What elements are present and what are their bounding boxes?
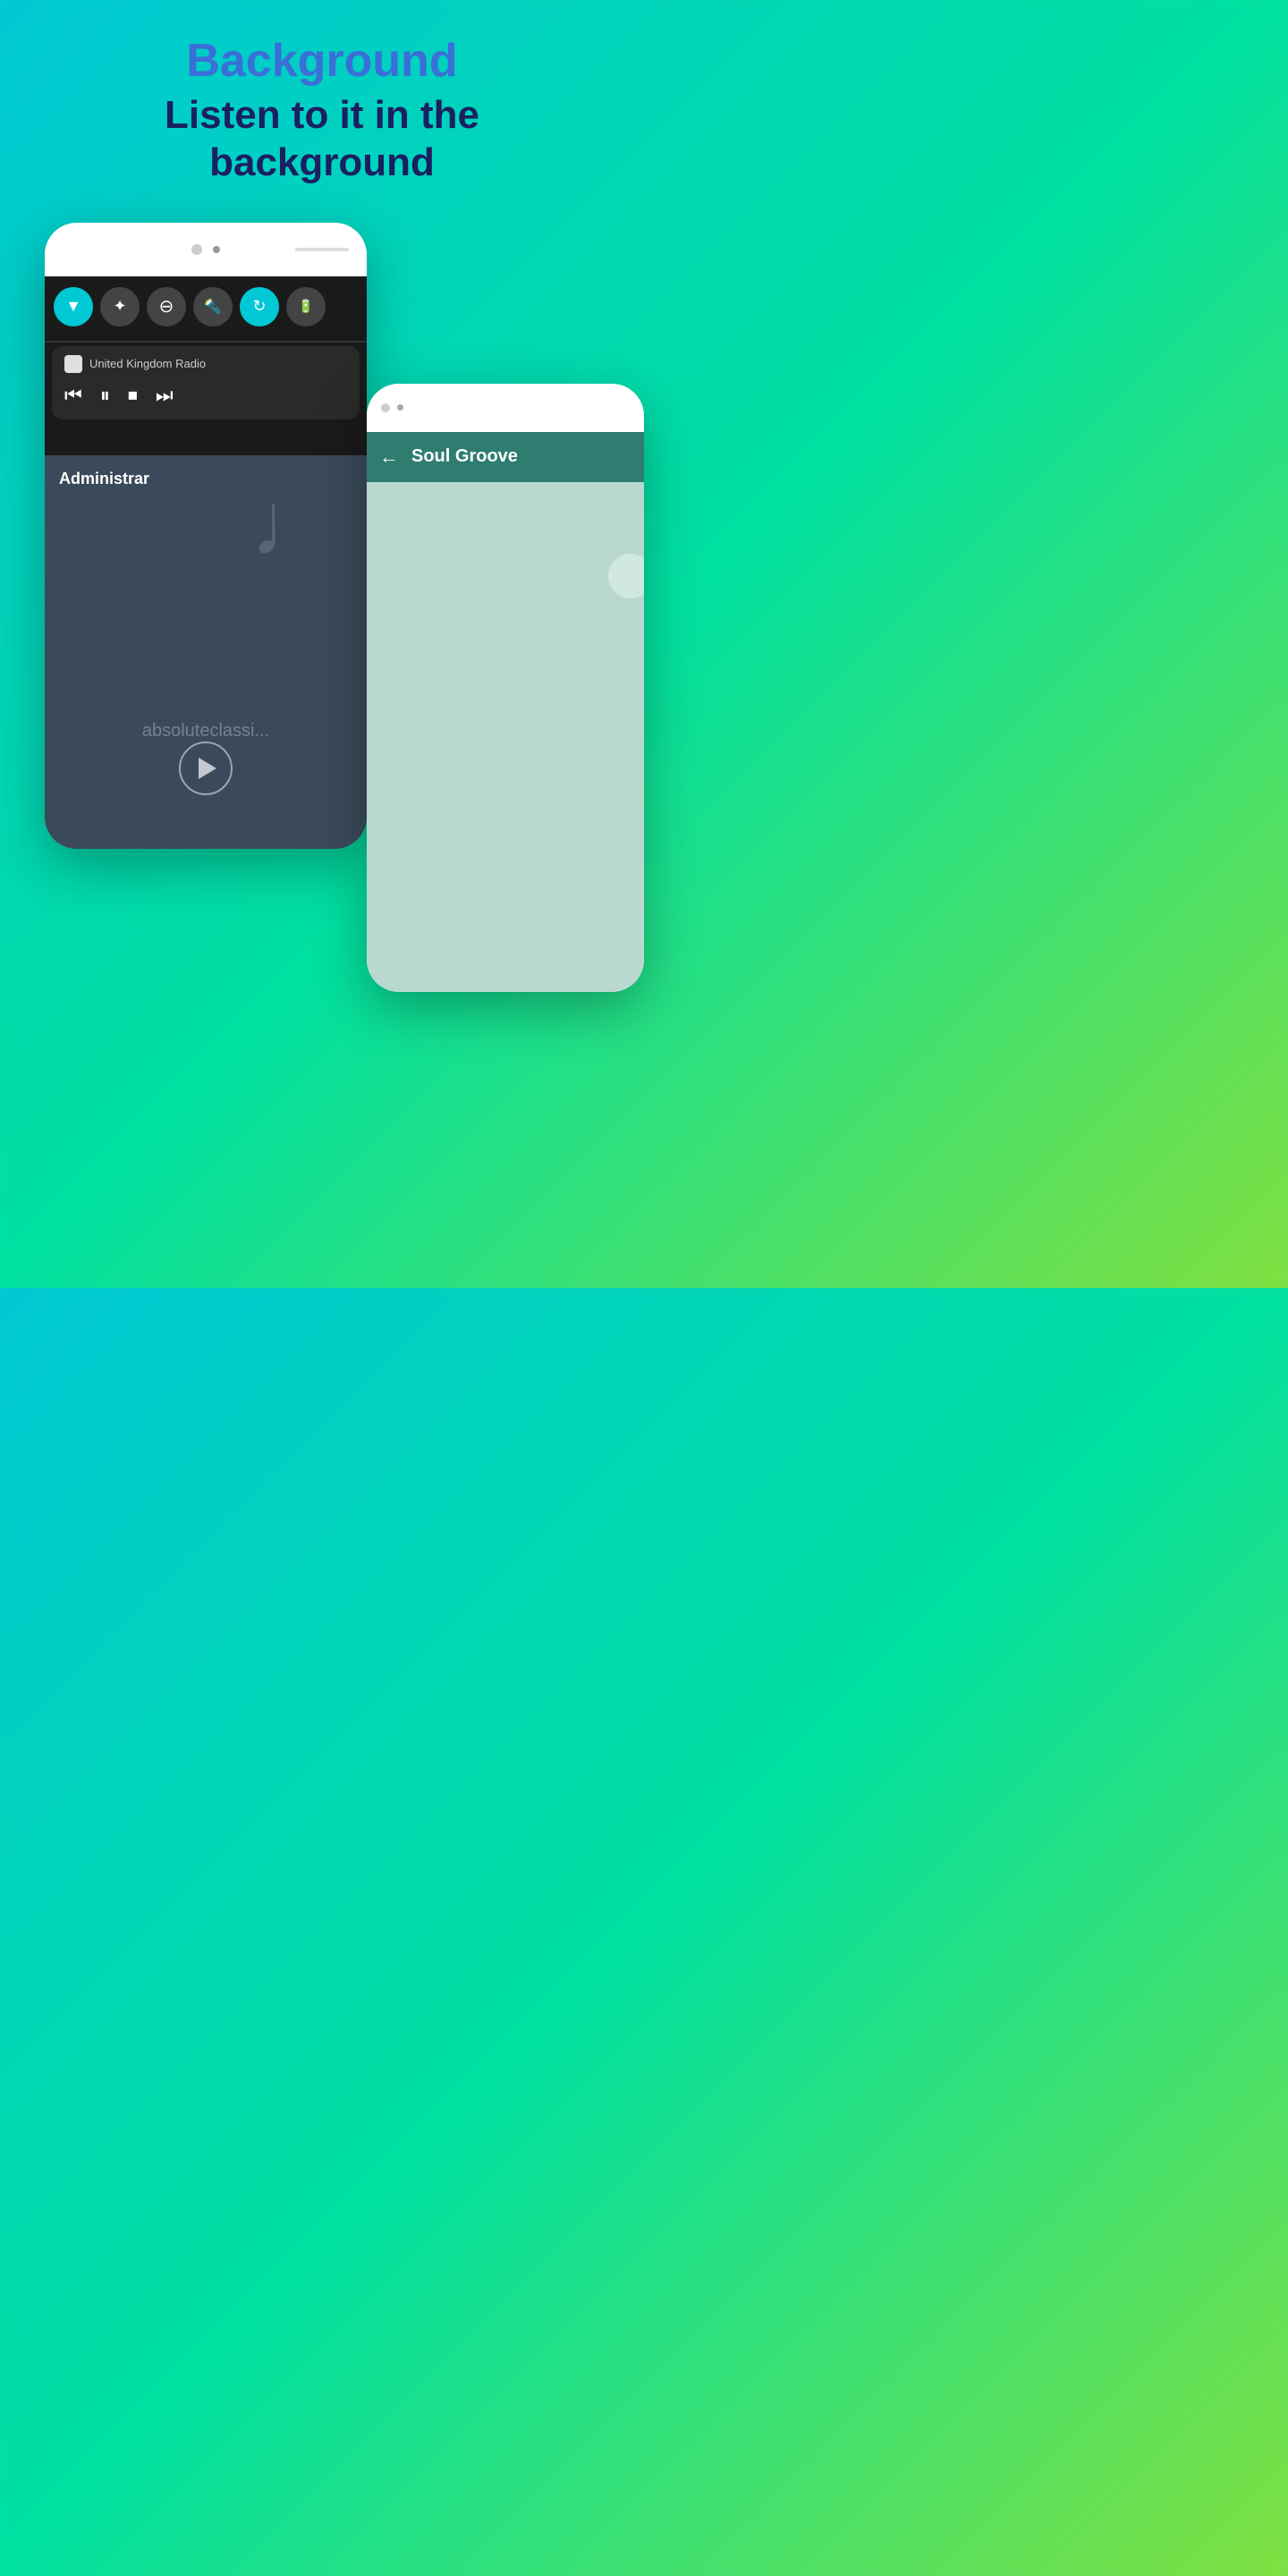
sync-toggle[interactable]: ↻: [240, 287, 279, 326]
notification-shade: Administrar ♩ absoluteclassi...: [45, 455, 367, 849]
header: Background Listen to it in the backgroun…: [0, 0, 644, 214]
dnd-toggle[interactable]: ⊖: [147, 287, 186, 326]
battery-toggle[interactable]: 🔋: [286, 287, 326, 326]
dnd-icon: ⊖: [159, 295, 174, 318]
sensor-right: [397, 404, 403, 411]
phone-screen: ▼ ✦ ⊖ 🔦 ↻ 🔋: [45, 276, 367, 849]
flashlight-icon: 🔦: [204, 298, 222, 316]
camera-right: [381, 403, 390, 412]
phones-area: ▼ ✦ ⊖ 🔦 ↻ 🔋: [0, 223, 644, 1207]
notification-header: United Kingdom Radio: [64, 355, 347, 373]
watermark-text: absoluteclassi...: [142, 721, 269, 741]
page-subtitle: Listen to it in the background: [54, 92, 590, 187]
bluetooth-icon: ✦: [113, 297, 126, 316]
separator: [45, 341, 367, 343]
app-bar: ← Soul Groove: [367, 432, 644, 482]
notification-card: United Kingdom Radio ⏮ ⏸ ⏹ ⏭: [52, 346, 360, 419]
music-note-icon: ♩: [250, 473, 340, 576]
media-controls[interactable]: ⏮ ⏸ ⏹ ⏭: [64, 380, 347, 411]
quick-settings-bar: ▼ ✦ ⊖ 🔦 ↻ 🔋: [45, 276, 367, 337]
flashlight-toggle[interactable]: 🔦: [193, 287, 233, 326]
bluetooth-toggle[interactable]: ✦: [100, 287, 140, 326]
camera-dot-small: [213, 246, 220, 253]
wifi-toggle[interactable]: ▼: [54, 287, 93, 326]
sync-icon: ↻: [252, 297, 266, 316]
play-icon: [199, 758, 216, 779]
station-content: [367, 482, 644, 992]
wifi-icon: ▼: [65, 297, 81, 316]
station-decoration: [608, 554, 644, 598]
camera-dot: [191, 244, 202, 255]
battery-icon: 🔋: [298, 299, 313, 314]
phone-right: ← Soul Groove: [367, 384, 644, 992]
next-button[interactable]: ⏭: [156, 384, 174, 407]
app-icon: [64, 355, 82, 373]
station-title: Soul Groove: [411, 446, 631, 467]
notch-line: [295, 248, 349, 251]
phone-left-notch: [45, 223, 367, 276]
play-circle[interactable]: [179, 741, 233, 795]
back-button[interactable]: ←: [379, 445, 399, 469]
page-title: Background: [54, 36, 590, 87]
phone-right-notch: [367, 384, 644, 432]
phone-left: ▼ ✦ ⊖ 🔦 ↻ 🔋: [45, 223, 367, 849]
prev-button[interactable]: ⏮: [64, 384, 82, 407]
stop-button[interactable]: ⏹: [128, 384, 138, 407]
pause-button[interactable]: ⏸: [100, 384, 110, 407]
app-name: United Kingdom Radio: [89, 357, 206, 370]
